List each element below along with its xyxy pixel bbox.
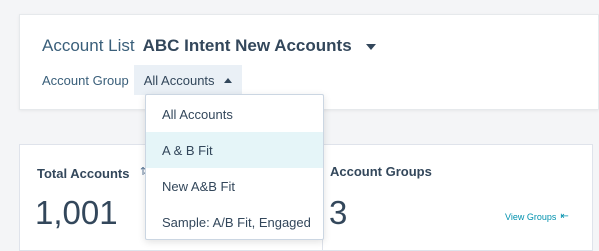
view-groups-link[interactable]: View Groups ⇤ — [505, 211, 569, 222]
account-group-label: Account Group — [42, 72, 129, 88]
account-group-value: All Accounts — [143, 72, 215, 88]
chevron-up-icon — [223, 77, 232, 83]
account-groups-value: 3 — [329, 194, 348, 231]
total-accounts-value: 1,001 — [35, 194, 118, 231]
account-group-row: Account Group All Accounts — [42, 65, 242, 95]
total-accounts-label: Total Accounts — [37, 166, 130, 181]
dropdown-item-new-ab-fit[interactable]: New A&B Fit — [146, 168, 323, 204]
dropdown-item-label: A & B Fit — [162, 142, 213, 158]
account-group-dropdown: All Accounts A & B Fit New A&B Fit Sampl… — [145, 94, 324, 240]
dropdown-item-a-b-fit[interactable]: A & B Fit — [146, 132, 323, 168]
account-group-select[interactable]: All Accounts — [133, 65, 242, 95]
account-list-row: Account List ABC Intent New Accounts — [42, 36, 376, 56]
chevron-down-icon[interactable] — [365, 44, 376, 50]
dropdown-item-label: New A&B Fit — [162, 178, 235, 194]
dropdown-item-label: All Accounts — [162, 106, 233, 122]
open-panel-icon: ⇤ — [560, 211, 569, 222]
account-groups-label: Account Groups — [330, 164, 432, 179]
account-list-label: Account List — [42, 36, 135, 55]
dropdown-item-sample-ab-fit-engaged[interactable]: Sample: A/B Fit, Engaged — [146, 204, 323, 240]
dropdown-item-label: Sample: A/B Fit, Engaged — [162, 214, 311, 230]
dropdown-item-all-accounts[interactable]: All Accounts — [146, 96, 323, 132]
account-list-name[interactable]: ABC Intent New Accounts — [143, 36, 352, 56]
view-groups-label: View Groups — [505, 211, 557, 222]
